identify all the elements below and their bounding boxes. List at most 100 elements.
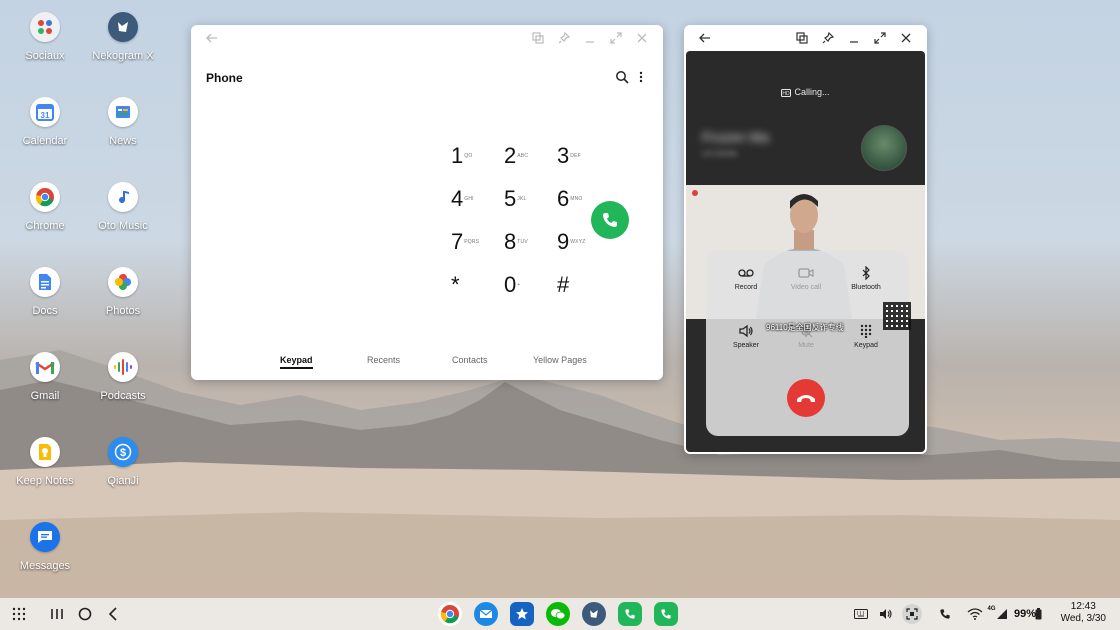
taskbar-wechat[interactable]: [545, 598, 571, 630]
key-letters: DEF: [570, 153, 581, 159]
control-label: Keypad: [854, 342, 878, 349]
pin-icon[interactable]: [551, 27, 577, 49]
key-letters: TUV: [517, 239, 528, 245]
svg-text:$: $: [120, 447, 126, 459]
taskbar-phone-2[interactable]: [653, 598, 679, 630]
desktop-icon-nekogram[interactable]: Nekogram X: [83, 12, 163, 62]
cellular-signal-icon: 4G: [987, 598, 1007, 630]
taskbar-nekogram[interactable]: [581, 598, 607, 630]
desktop-icon-oto-music[interactable]: Oto Music: [83, 182, 163, 232]
phone-app-icon: [618, 602, 642, 626]
pin-icon[interactable]: [815, 27, 841, 49]
key-digit: *: [451, 272, 460, 297]
desktop-icon-keep-notes[interactable]: Keep Notes: [5, 437, 85, 487]
control-label: Mute: [798, 342, 814, 349]
clock[interactable]: 12:43 Wed, 3/30: [1061, 601, 1106, 624]
desktop-icon-gmail[interactable]: Gmail: [5, 352, 85, 402]
desktop-icon-messages[interactable]: Messages: [5, 522, 85, 572]
wechat-icon: [546, 602, 570, 626]
qr-code: [883, 302, 911, 330]
desktop-icon-docs[interactable]: Docs: [5, 267, 85, 317]
apps-grid-icon[interactable]: [10, 598, 28, 630]
clock-time: 12:43: [1070, 601, 1096, 612]
key-digit: #: [557, 272, 570, 297]
tab-contacts[interactable]: Contacts: [452, 355, 488, 365]
key-letters: WXYZ: [570, 239, 586, 245]
control-label: Speaker: [732, 342, 760, 349]
keypad-key-1[interactable]: 1 QO: [451, 143, 497, 173]
video-caption: 96110是全国反诈专线: [766, 323, 844, 332]
back-nav-icon[interactable]: [104, 598, 122, 630]
keypad-key-8[interactable]: 8 TUV: [504, 229, 550, 259]
tab-yellow-pages[interactable]: Yellow Pages: [533, 355, 587, 365]
close-icon[interactable]: [893, 27, 919, 49]
phone-window: Phone 1 QO 2 ABC 3 DEF 4 GHI 5 JKL 6 MNO 7 PQRS…: [191, 25, 663, 380]
control-label: Record: [734, 284, 758, 291]
search-icon[interactable]: [615, 70, 629, 89]
key-digit: 2: [504, 143, 517, 168]
desktop-icon-photos[interactable]: Photos: [83, 267, 163, 317]
split-screen-icon[interactable]: [525, 27, 551, 49]
desktop-icon-podcasts[interactable]: Podcasts: [83, 352, 163, 402]
end-call-button[interactable]: [787, 379, 825, 417]
caller-location: LA Center: [702, 149, 738, 158]
control-label: Bluetooth: [851, 284, 881, 291]
desktop-icon-calendar[interactable]: 31 Calendar: [5, 97, 85, 147]
window-title-bar[interactable]: [684, 25, 927, 51]
more-options-icon[interactable]: [638, 70, 644, 89]
home-icon[interactable]: [76, 598, 94, 630]
maximize-icon[interactable]: [603, 27, 629, 49]
call-button[interactable]: [591, 201, 629, 239]
voicemail-icon: [716, 265, 776, 281]
keypad-key-0[interactable]: 0 +: [504, 272, 550, 302]
call-status: HD Calling...: [686, 87, 925, 97]
keypad-key-7[interactable]: 7 PQRS: [451, 229, 497, 259]
close-icon[interactable]: [629, 27, 655, 49]
podcasts-icon: [108, 352, 138, 382]
taskbar-star-app[interactable]: [509, 598, 535, 630]
taskbar-chrome[interactable]: [437, 598, 463, 630]
music-icon: [108, 182, 138, 212]
desktop-icon-chrome[interactable]: Chrome: [5, 182, 85, 232]
video-call-button[interactable]: Video call: [776, 265, 836, 291]
taskbar-phone-1[interactable]: [617, 598, 643, 630]
keypad-key-star[interactable]: *: [451, 272, 497, 302]
bluetooth-button[interactable]: Bluetooth: [836, 265, 896, 291]
back-icon[interactable]: [199, 27, 225, 49]
recent-apps-icon[interactable]: [48, 598, 66, 630]
split-screen-icon[interactable]: [789, 27, 815, 49]
page-title: Phone: [206, 71, 243, 85]
mail-icon: [474, 602, 498, 626]
call-window: HDCalling... Frozen Ma LA Center Record: [684, 25, 927, 454]
key-letters: JKL: [517, 196, 527, 202]
desktop-icon-qianji[interactable]: $ QianJi: [83, 437, 163, 487]
tab-keypad[interactable]: Keypad: [280, 355, 313, 369]
svg-text:31: 31: [41, 111, 50, 120]
keypad-key-4[interactable]: 4 GHI: [451, 186, 497, 216]
keypad-key-hash[interactable]: #: [557, 272, 603, 302]
screen-capture-icon[interactable]: [901, 598, 923, 630]
hang-up-icon: [797, 395, 815, 402]
back-icon[interactable]: [692, 27, 718, 49]
keypad-key-3[interactable]: 3 DEF: [557, 143, 603, 173]
minimize-icon[interactable]: [577, 27, 603, 49]
call-status-icon[interactable]: [937, 598, 953, 630]
volume-icon[interactable]: [878, 598, 894, 630]
tab-recents[interactable]: Recents: [367, 355, 400, 365]
desktop-icon-news[interactable]: News: [83, 97, 163, 147]
star-icon: [510, 602, 534, 626]
desktop-icon-sociaux[interactable]: Sociaux: [5, 12, 85, 62]
keyboard-icon[interactable]: [853, 598, 869, 630]
taskbar-mail[interactable]: [473, 598, 499, 630]
phone-app-icon: [654, 602, 678, 626]
battery-icon: [1032, 598, 1044, 630]
window-title-bar[interactable]: [191, 25, 663, 51]
docs-icon: [30, 267, 60, 297]
key-letters: ABC: [517, 153, 529, 159]
minimize-icon[interactable]: [841, 27, 867, 49]
maximize-icon[interactable]: [867, 27, 893, 49]
record-button[interactable]: Record: [716, 265, 776, 291]
keypad-key-2[interactable]: 2 ABC: [504, 143, 550, 173]
keypad-key-5[interactable]: 5 JKL: [504, 186, 550, 216]
taskbar: 4G 99% 12:43 Wed, 3/30: [0, 598, 1120, 630]
